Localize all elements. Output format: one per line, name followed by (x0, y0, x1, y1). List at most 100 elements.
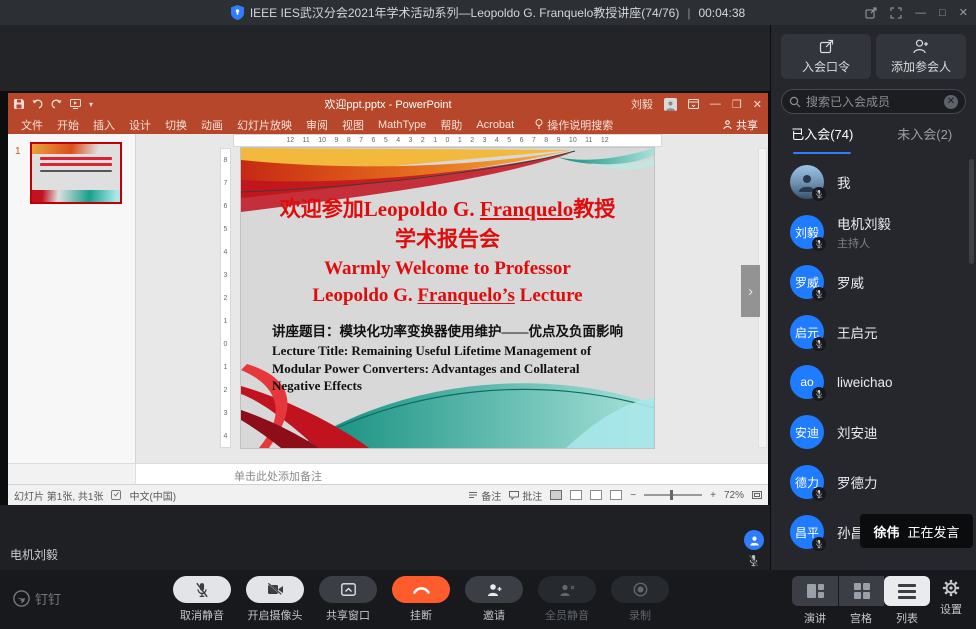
dingtalk-logo: 钉钉 (13, 589, 61, 608)
notes-toggle[interactable]: 备注 (468, 488, 501, 503)
record-button[interactable]: 录制 (611, 576, 669, 623)
search-placeholder: 搜索已入会成员 (806, 93, 890, 110)
panel-expand-handle[interactable]: › (741, 265, 760, 317)
camera-on-button[interactable]: 开启摄像头 (246, 576, 304, 623)
participant-row[interactable]: 刘毅 电机刘毅主持人 (771, 207, 976, 257)
language-status[interactable]: 中文(中国) (129, 488, 176, 503)
search-participants-input[interactable]: 搜索已入会成员 ✕ (781, 89, 966, 114)
participant-name: 王启元 (837, 322, 878, 342)
participant-row[interactable]: 安迪 刘安迪 (771, 407, 976, 457)
comments-toggle[interactable]: 批注 (509, 488, 542, 503)
ribbon-tab-design[interactable]: 设计 (122, 117, 158, 133)
zoom-in-button[interactable]: + (710, 490, 716, 501)
view-grid-button[interactable]: 宫格 (838, 576, 884, 626)
slideshow-view-button[interactable] (610, 490, 622, 500)
ribbon-tab-slideshow[interactable]: 幻灯片放映 (230, 117, 299, 133)
add-participant-button[interactable]: 添加参会人 (876, 34, 966, 79)
ribbon-tab-acrobat[interactable]: Acrobat (469, 119, 521, 131)
ppt-account-name[interactable]: 刘毅 (631, 96, 653, 112)
zoom-out-button[interactable]: − (630, 490, 636, 501)
ribbon-tab-animations[interactable]: 动画 (194, 117, 230, 133)
share-person-icon (723, 120, 732, 129)
mic-muted-icon (812, 337, 826, 351)
ribbon-tab-review[interactable]: 审阅 (299, 117, 335, 133)
settings-button[interactable]: 设置 (932, 579, 970, 617)
ppt-titlebar: ▾ 欢迎ppt.pptx - PowerPoint 刘毅 — ❐ ✕ (8, 93, 768, 115)
participant-row[interactable]: 启元 王启元 (771, 307, 976, 357)
ppt-status-bar: 幻灯片 第1张, 共1张 中文(中国) 备注 批注 − (8, 484, 768, 505)
title-separator: | (687, 6, 690, 20)
mute-all-button[interactable]: 全员静音 (538, 576, 596, 623)
start-slideshow-icon[interactable] (70, 99, 81, 109)
ribbon-tab-help[interactable]: 帮助 (433, 117, 469, 133)
qat-dropdown-icon[interactable]: ▾ (89, 100, 93, 109)
participant-row[interactable]: 德力 罗德力 (771, 457, 976, 507)
fit-to-window-icon[interactable] (752, 490, 762, 500)
slide-canvas[interactable]: 欢迎参加Leopoldo G. Franquelo教授 学术报告会 Warmly… (241, 148, 654, 448)
save-icon[interactable] (14, 99, 24, 109)
tab-not-joined[interactable]: 未入会(2) (874, 124, 976, 150)
ribbon-tab-view[interactable]: 视图 (335, 117, 371, 133)
ppt-restore-button[interactable]: ❐ (732, 98, 742, 111)
mic-muted-icon (812, 287, 826, 301)
avatar: 昌平 (790, 515, 824, 549)
invite-person-icon (487, 583, 502, 597)
ppt-share-button[interactable]: 共享 (723, 117, 758, 133)
invite-button[interactable]: 邀请 (465, 576, 523, 623)
tab-joined[interactable]: 已入会(74) (771, 124, 874, 150)
camera-off-icon (267, 583, 284, 596)
slide-body-text: 讲座题目：模块化功率变换器使用维护——优点及负面影响 Lecture Title… (272, 320, 640, 395)
speaker-avatar-mini[interactable] (744, 530, 764, 550)
ribbon-tab-transitions[interactable]: 切换 (158, 117, 194, 133)
ribbon-tab-insert[interactable]: 插入 (86, 117, 122, 133)
participant-row[interactable]: 我 (771, 157, 976, 207)
vertical-ruler: 8 7 6 5 4 3 2 1 0 1 2 3 4 5 6 7 8 (220, 148, 231, 448)
maximize-button[interactable]: □ (939, 7, 946, 19)
slide-sorter-view-button[interactable] (570, 490, 582, 500)
slide-count-status: 幻灯片 第1张, 共1张 (14, 488, 103, 503)
undo-icon[interactable] (32, 99, 43, 109)
ppt-minimize-button[interactable]: — (710, 98, 721, 110)
meeting-password-button[interactable]: 入会口令 (781, 34, 871, 79)
hang-up-button[interactable]: 挂断 (392, 576, 450, 623)
reading-view-button[interactable] (590, 490, 602, 500)
view-speaker-button[interactable]: 演讲 (792, 576, 838, 626)
ribbon-tab-home[interactable]: 开始 (50, 117, 86, 133)
share-window-button[interactable]: 共享窗口 (319, 576, 377, 623)
slide-thumbnail[interactable] (30, 142, 122, 204)
person-icon (749, 535, 760, 546)
participant-row[interactable]: 罗威 罗威 (771, 257, 976, 307)
unmute-button[interactable]: 取消静音 (173, 576, 231, 623)
tell-me-search[interactable]: 操作说明搜索 (535, 117, 613, 133)
minimize-button[interactable]: — (915, 7, 926, 19)
ppt-notes-pane[interactable]: 单击此处添加备注 (8, 463, 768, 484)
lightbulb-icon (535, 119, 543, 130)
ppt-close-button[interactable]: ✕ (753, 98, 762, 111)
ppt-ribbon-tabs: 文件 开始 插入 设计 切换 动画 幻灯片放映 审阅 视图 MathType 帮… (8, 115, 768, 134)
participant-row[interactable]: ao liweichao (771, 357, 976, 407)
redo-icon[interactable] (51, 99, 62, 109)
view-list-button[interactable]: 列表 (884, 576, 930, 626)
ribbon-display-options-icon[interactable] (688, 99, 699, 109)
search-icon (789, 96, 801, 108)
participant-name: 刘安迪 (837, 422, 878, 442)
search-clear-icon[interactable]: ✕ (944, 95, 958, 109)
external-link-icon (819, 39, 834, 54)
ribbon-tab-mathtype[interactable]: MathType (371, 119, 433, 131)
ppt-account-avatar[interactable] (664, 98, 677, 111)
mute-all-icon (559, 583, 575, 597)
sidebar-scrollbar[interactable] (969, 159, 974, 264)
app-titlebar: IEEE IES武汉分会2021年学术活动系列—Leopoldo G. Fran… (0, 0, 976, 25)
dingtalk-icon (13, 590, 30, 607)
popout-icon[interactable] (865, 7, 877, 19)
fullscreen-icon[interactable] (890, 7, 902, 19)
normal-view-button[interactable] (550, 490, 562, 500)
ribbon-tab-file[interactable]: 文件 (14, 117, 50, 133)
close-button[interactable]: ✕ (959, 6, 968, 19)
avatar: 安迪 (790, 415, 824, 449)
participant-name: 罗德力 (837, 472, 878, 492)
avatar: 罗威 (790, 265, 824, 299)
zoom-percent[interactable]: 72% (724, 490, 744, 501)
remote-desktop-background (0, 25, 770, 91)
zoom-slider[interactable] (644, 494, 702, 496)
